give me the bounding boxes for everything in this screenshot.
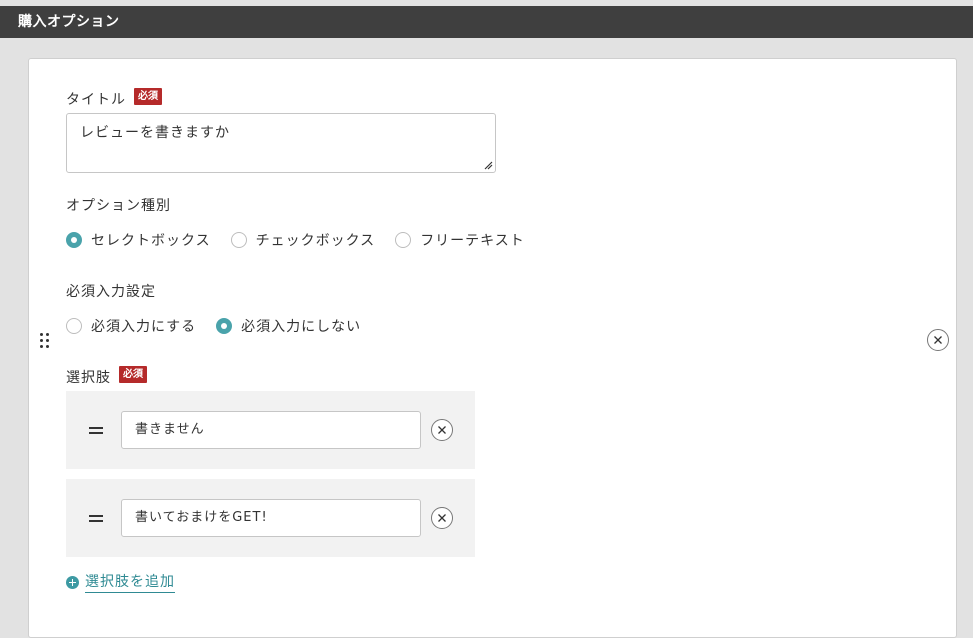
add-choice-label[interactable]: 選択肢を追加 xyxy=(85,571,175,593)
radio-label: 必須入力にする xyxy=(91,319,197,335)
radio-label: セレクトボックス xyxy=(91,233,211,249)
close-icon xyxy=(438,426,446,434)
radio-circle[interactable] xyxy=(395,232,412,248)
remove-option-button[interactable] xyxy=(927,329,949,351)
title-value: レビューを書きますか xyxy=(80,125,230,141)
radio-circle[interactable] xyxy=(230,232,247,248)
remove-choice-button[interactable] xyxy=(431,507,453,529)
close-icon xyxy=(934,336,942,344)
choice-input[interactable]: 書きません xyxy=(121,411,421,449)
radio-checkbox[interactable]: チェックボックス xyxy=(230,230,376,250)
section-header: 購入オプション xyxy=(0,6,973,38)
radio-label: フリーテキスト xyxy=(420,233,525,249)
choice-input[interactable]: 書いておまけをGET! xyxy=(121,499,421,537)
reorder-grip-icon[interactable] xyxy=(89,427,103,434)
radio-free-text[interactable]: フリーテキスト xyxy=(395,230,525,250)
radio-circle-checked[interactable] xyxy=(216,318,233,334)
title-textarea[interactable]: レビューを書きますか xyxy=(66,113,496,173)
remove-choice-button[interactable] xyxy=(431,419,453,441)
add-choice-link[interactable]: 選択肢を追加 xyxy=(66,571,175,593)
plus-circle-icon xyxy=(66,575,79,589)
radio-circle[interactable] xyxy=(66,318,82,334)
radio-required-no[interactable]: 必須入力にしない xyxy=(216,316,361,336)
radio-required-yes[interactable]: 必須入力にする xyxy=(66,316,196,336)
radio-select-box[interactable]: セレクトボックス xyxy=(66,230,211,250)
title-required-badge: 必須 xyxy=(134,88,162,105)
option-type-label: オプション種別 xyxy=(66,198,171,214)
title-label: タイトル xyxy=(66,92,126,108)
resize-grip-icon[interactable] xyxy=(483,160,493,170)
drag-handle-icon[interactable] xyxy=(40,333,50,348)
choice-row: 書きません xyxy=(66,391,475,469)
radio-circle-checked[interactable] xyxy=(66,232,82,248)
choices-required-badge: 必須 xyxy=(119,366,147,383)
required-setting-radio-group: 必須入力にする 必須入力にしない xyxy=(66,315,381,337)
choices-label: 選択肢 xyxy=(66,370,111,386)
required-setting-label: 必須入力設定 xyxy=(66,284,156,300)
option-type-radio-group: セレクトボックス チェックボックス フリーテキスト xyxy=(66,229,545,251)
choice-row: 書いておまけをGET! xyxy=(66,479,475,557)
close-icon xyxy=(438,514,446,522)
radio-label: 必須入力にしない xyxy=(241,319,362,335)
reorder-grip-icon[interactable] xyxy=(89,515,103,522)
radio-label: チェックボックス xyxy=(255,233,376,249)
